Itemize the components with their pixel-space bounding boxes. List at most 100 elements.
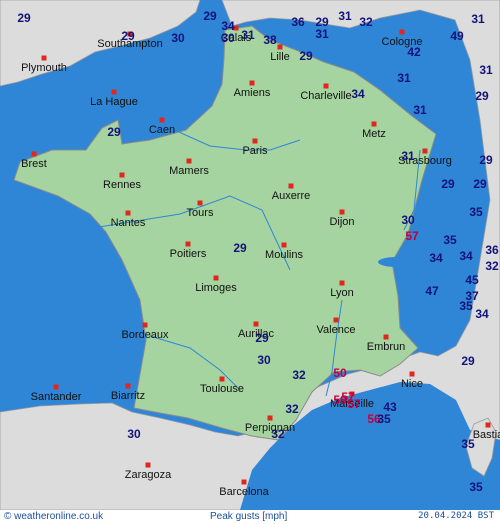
gust-value: 45 <box>465 273 479 287</box>
gust-value: 29 <box>479 153 493 167</box>
city-marker <box>333 317 339 323</box>
gust-value: 31 <box>315 27 329 41</box>
city-label: Valence <box>316 324 356 336</box>
gust-value: 32 <box>485 259 499 273</box>
city-label: Toulouse <box>199 383 245 395</box>
city-label: Embrun <box>366 341 406 353</box>
gust-value: 30 <box>127 427 141 441</box>
city-label: Mamers <box>169 165 209 177</box>
city-marker <box>323 83 329 89</box>
gust-value: 30 <box>257 353 271 367</box>
city-marker <box>277 44 283 50</box>
gust-value: 34 <box>475 307 489 321</box>
gust-value: 30 <box>171 31 185 45</box>
gust-value: 35 <box>443 233 457 247</box>
gust-value: 29 <box>203 9 217 23</box>
gust-value: 42 <box>407 45 421 59</box>
lake-geneva <box>378 257 414 267</box>
gust-value: 34 <box>351 87 365 101</box>
city-marker <box>53 384 59 390</box>
city-marker <box>422 148 428 154</box>
city-marker <box>383 334 389 340</box>
gust-value: 29 <box>255 331 269 345</box>
city-marker <box>339 280 345 286</box>
city-marker <box>142 322 148 328</box>
city-marker <box>125 383 131 389</box>
gust-value: 29 <box>17 11 31 25</box>
gust-value: 50 <box>333 393 347 407</box>
city-label: Nice <box>400 378 424 390</box>
city-label: Plymouth <box>21 62 67 74</box>
gust-value: 29 <box>107 125 121 139</box>
city-label: Zaragoza <box>124 469 172 481</box>
city-label: Nantes <box>110 217 146 229</box>
city-label: Bastia <box>472 429 500 441</box>
city-marker <box>281 242 287 248</box>
gust-value: 31 <box>413 103 427 117</box>
city-marker <box>267 415 273 421</box>
gust-value: 50 <box>333 366 347 380</box>
city-label: Auxerre <box>271 190 311 202</box>
city-marker <box>219 376 225 382</box>
city-label: Lyon <box>330 287 354 299</box>
footer: © weatheronline.co.uk Peak gusts [mph] 2… <box>0 510 500 524</box>
city-marker <box>185 241 191 247</box>
gust-value: 32 <box>359 15 373 29</box>
city-marker <box>41 55 47 61</box>
gust-value: 29 <box>299 49 313 63</box>
city-marker <box>197 200 203 206</box>
gust-value: 29 <box>461 354 475 368</box>
city-marker <box>213 275 219 281</box>
city-label: La Hague <box>90 96 138 108</box>
gust-value: 35 <box>469 205 483 219</box>
gust-value: 35 <box>459 299 473 313</box>
city-marker <box>241 479 247 485</box>
city-label: Rennes <box>103 179 141 191</box>
city-marker <box>186 158 192 164</box>
weather-map: Calais Southampton Plymouth Lille Cologne La … <box>0 0 500 510</box>
city-marker <box>31 151 37 157</box>
gust-value: 35 <box>461 437 475 451</box>
gust-value: 34 <box>429 251 443 265</box>
gust-value: 31 <box>479 63 493 77</box>
city-marker <box>249 80 255 86</box>
city-label: Poitiers <box>169 248 207 260</box>
city-label: Limoges <box>195 282 237 294</box>
gust-value: 30 <box>401 213 415 227</box>
gust-value: 31 <box>401 149 415 163</box>
date-stamp: 20.04.2024 BST <box>418 511 494 521</box>
credit-text[interactable]: © weatheronline.co.uk <box>4 511 103 522</box>
gust-value: 36 <box>291 15 305 29</box>
city-label: Perpignan <box>244 422 296 434</box>
city-marker <box>111 89 117 95</box>
gust-value: 31 <box>241 28 255 42</box>
gust-value: 31 <box>471 12 485 26</box>
gust-value: 57 <box>347 397 361 411</box>
city-label: Biarritz <box>110 390 146 402</box>
gust-value: 38 <box>263 33 277 47</box>
gust-value: 35 <box>377 412 391 426</box>
city-marker <box>145 462 151 468</box>
gust-value: 29 <box>441 177 455 191</box>
gust-value: 47 <box>425 284 439 298</box>
city-label: Charleville <box>300 90 352 102</box>
gust-value: 36 <box>485 243 499 257</box>
city-marker <box>252 138 258 144</box>
gust-value: 30 <box>221 31 235 45</box>
city-label: Lille <box>270 51 290 63</box>
lake-constance <box>448 204 468 212</box>
city-label: Amiens <box>233 87 271 99</box>
city-label: Moulins <box>265 249 303 261</box>
gust-value: 34 <box>459 249 473 263</box>
city-marker <box>339 209 345 215</box>
gust-value: 31 <box>397 71 411 85</box>
gust-value: 29 <box>473 177 487 191</box>
city-marker <box>253 321 259 327</box>
gust-value: 57 <box>405 229 419 243</box>
city-label: Barcelona <box>219 486 269 498</box>
gust-value: 35 <box>469 480 483 494</box>
city-marker <box>159 117 165 123</box>
city-label: Caen <box>148 124 176 136</box>
city-marker <box>371 121 377 127</box>
gust-value: 31 <box>338 9 352 23</box>
